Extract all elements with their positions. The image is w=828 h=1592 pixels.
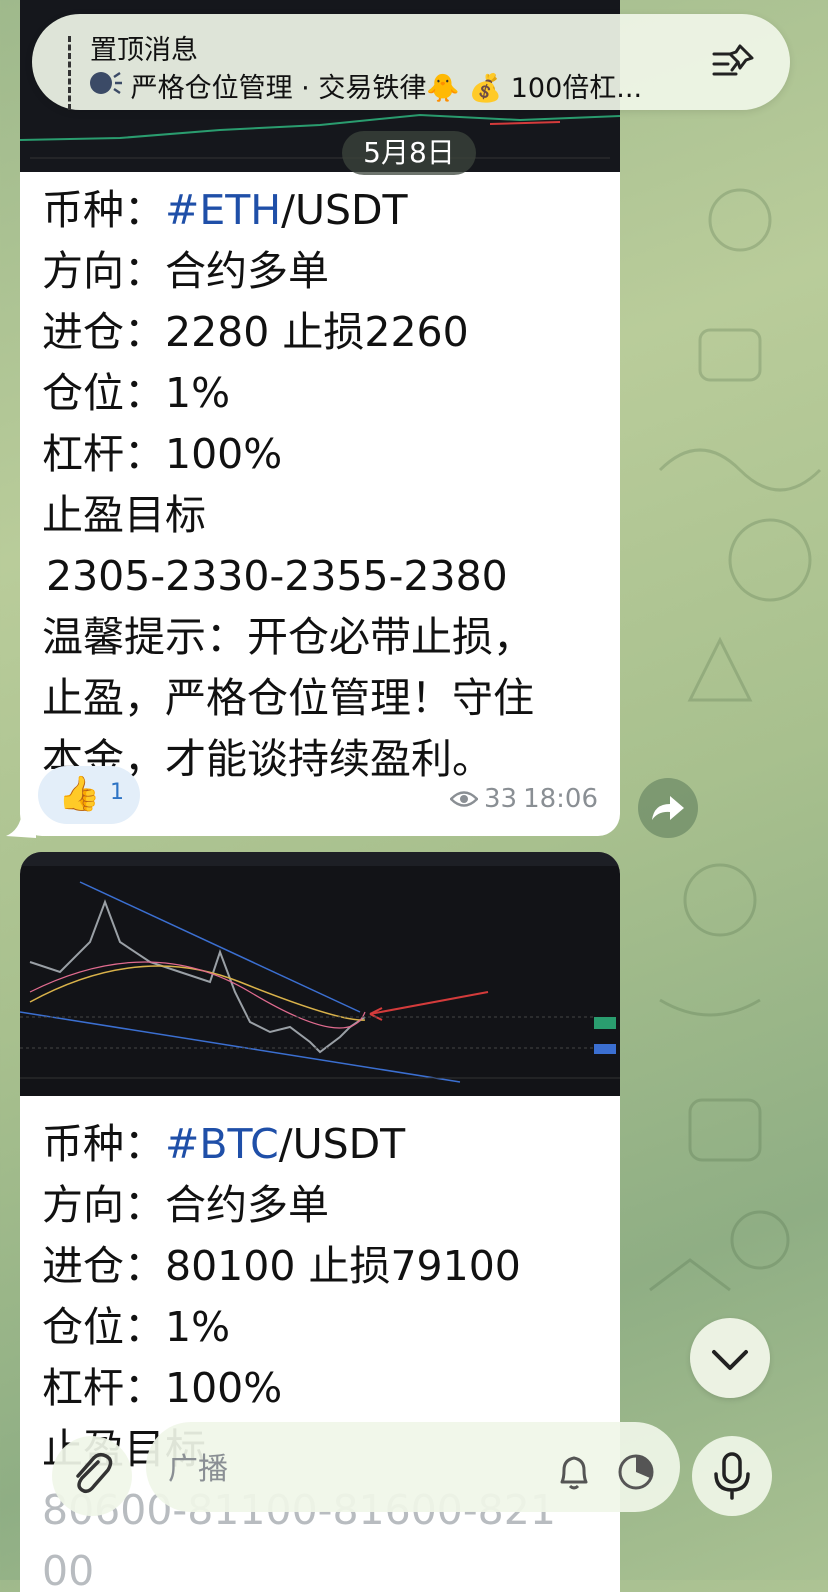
message-time: 18:06: [523, 784, 598, 814]
hashtag-btc[interactable]: #BTC: [165, 1120, 279, 1168]
microphone-icon: [714, 1452, 750, 1500]
pair-label: 币种：: [42, 186, 165, 234]
entry-stop-line: 进仓：80100 止损79100: [42, 1242, 521, 1290]
date-separator: 5月8日: [342, 131, 476, 175]
pair-label: 币种：: [42, 1120, 165, 1168]
btc-chart-image[interactable]: [20, 852, 620, 1096]
reaction-count: 1: [110, 780, 124, 805]
view-count: 33: [483, 784, 518, 814]
pair-quote: /USDT: [278, 1120, 406, 1168]
message-bubble-eth[interactable]: 币种：#ETH/USDT 方向：合约多单 进仓：2280 止损2260 仓位：1…: [20, 0, 620, 836]
forward-button[interactable]: [638, 778, 698, 838]
scroll-to-bottom-button[interactable]: [690, 1318, 770, 1398]
thumbs-up-icon: 👍: [58, 774, 101, 814]
position-line: 仓位：1%: [42, 369, 231, 417]
direction-line: 方向：合约多单: [42, 247, 329, 295]
pinned-title: 置顶消息: [90, 35, 198, 66]
message-meta: 33 18:06: [449, 784, 598, 814]
position-line: 仓位：1%: [42, 1303, 231, 1351]
take-profit-targets-link[interactable]: 2305-2330-2355-2380: [46, 546, 508, 607]
attach-button[interactable]: [52, 1436, 132, 1516]
take-profit-targets-cont: 00: [42, 1547, 95, 1592]
direction-line: 方向：合约多单: [42, 1181, 329, 1229]
chevron-down-icon: [712, 1350, 748, 1370]
pinned-list-icon[interactable]: [712, 42, 756, 82]
bubble-tail: [6, 812, 36, 838]
pinned-text: 严格仓位管理 · 交易铁律🐥 💰 100倍杠...: [88, 66, 642, 105]
btc-pair-line: 币种：#BTC/USDT: [42, 1114, 405, 1175]
microphone-button[interactable]: [692, 1436, 772, 1516]
bell-icon[interactable]: [556, 1452, 592, 1492]
pinned-preview-text: 严格仓位管理 · 交易铁律🐥 💰 100倍杠...: [130, 73, 643, 104]
broadcast-input[interactable]: 广播: [146, 1422, 680, 1512]
eye-icon: [449, 791, 478, 807]
leverage-line: 杠杆：100%: [42, 430, 283, 478]
tip-line-1: 温馨提示：开仓必带止损，: [42, 613, 534, 661]
tip-line-2: 止盈，严格仓位管理！守住: [42, 674, 534, 722]
entry-stop-line: 进仓：2280 止损2260: [42, 308, 469, 356]
timer-icon[interactable]: [616, 1452, 656, 1492]
thumbs-up-reaction[interactable]: 👍 1: [38, 766, 140, 824]
pair-quote: /USDT: [281, 186, 408, 234]
pinned-message-bar[interactable]: 置顶消息 严格仓位管理 · 交易铁律🐥 💰 100倍杠...: [32, 14, 790, 110]
eth-pair-line: 币种：#ETH/USDT: [42, 180, 408, 241]
input-placeholder: 广播: [168, 1452, 228, 1487]
take-profit-label: 止盈目标: [42, 491, 206, 539]
hashtag-eth[interactable]: #ETH: [165, 186, 281, 234]
pinned-indicator: [68, 36, 75, 110]
leverage-line: 杠杆：100%: [42, 1364, 283, 1412]
speaking-head-icon: [90, 72, 122, 94]
paperclip-icon: [76, 1452, 113, 1494]
forward-arrow-icon: [652, 796, 684, 820]
